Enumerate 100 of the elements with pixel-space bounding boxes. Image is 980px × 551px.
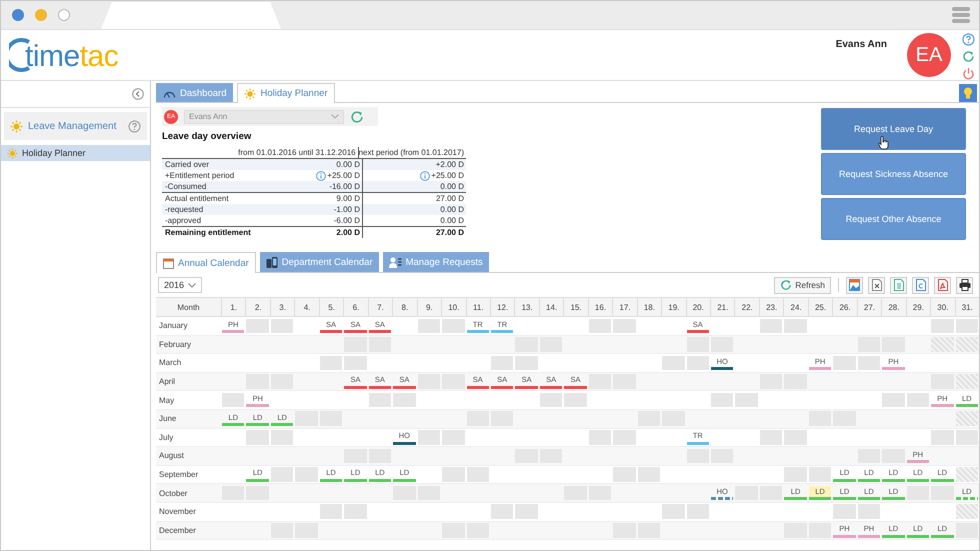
lightbulb-icon xyxy=(963,86,973,100)
weekend-day xyxy=(858,356,880,370)
column-header: 5. xyxy=(318,298,344,316)
help-icon[interactable] xyxy=(962,33,974,46)
info-icon[interactable] xyxy=(420,170,430,180)
weekend-day xyxy=(540,392,562,408)
collapse-icon[interactable] xyxy=(132,88,144,100)
column-header: 23. xyxy=(758,298,784,316)
weekend-day xyxy=(442,318,465,334)
column-header: 12. xyxy=(490,298,514,316)
column-header: 3. xyxy=(270,298,294,316)
tab[interactable]: Annual Calendar xyxy=(156,252,256,273)
column-header: next period (from 01.01.2017) xyxy=(358,148,465,157)
weekend-day xyxy=(564,392,587,408)
refresh-icon xyxy=(780,279,792,291)
sun-icon xyxy=(7,148,18,158)
export-button[interactable] xyxy=(890,276,907,294)
row-label: -Consumed xyxy=(164,182,208,191)
help-icon[interactable] xyxy=(128,120,141,132)
column-header: 26. xyxy=(832,298,857,316)
minimize-dot[interactable] xyxy=(35,9,47,21)
sidebar-item[interactable]: Holiday Planner xyxy=(1,145,150,161)
column-header: 14. xyxy=(538,298,564,316)
month-name: September xyxy=(159,470,198,480)
column-header: 22. xyxy=(734,298,759,316)
export-button[interactable] xyxy=(934,276,951,294)
column-header: 20. xyxy=(686,298,710,316)
table-cell: +25.00 D xyxy=(431,171,464,180)
column-header: 30. xyxy=(930,298,955,316)
column-header: Month xyxy=(176,302,201,314)
file-icon xyxy=(872,279,882,291)
power-icon[interactable] xyxy=(962,67,974,80)
table-cell: -16.00 D xyxy=(329,182,360,191)
table-cell: 27.00 D xyxy=(436,228,464,237)
refresh-icon[interactable] xyxy=(962,50,974,63)
image-file-icon xyxy=(849,279,860,291)
weekend-day xyxy=(344,356,367,370)
tab[interactable]: Holiday Planner xyxy=(237,83,335,103)
export-button[interactable] xyxy=(912,276,929,294)
weekend-day xyxy=(368,392,392,408)
caret-icon xyxy=(188,282,196,288)
info-icon[interactable] xyxy=(316,170,326,180)
user-list-icon xyxy=(388,256,402,268)
weekend-day xyxy=(833,356,856,370)
table-cell: -1.00 D xyxy=(334,205,360,214)
month-name: October xyxy=(159,488,188,498)
refresh-button[interactable]: Refresh xyxy=(774,276,831,294)
table-cell: -6.00 D xyxy=(334,216,360,225)
table-cell: 9.00 D xyxy=(336,194,360,203)
row-label: Remaining entitlement xyxy=(164,228,252,237)
weekend-day xyxy=(515,356,538,370)
column-header: 2. xyxy=(245,298,270,316)
weekend-day xyxy=(906,392,930,408)
file-icon xyxy=(894,279,904,291)
month-name: May xyxy=(159,396,174,405)
sun-icon xyxy=(10,120,23,132)
weekend-day xyxy=(246,318,269,334)
menu-icon[interactable] xyxy=(951,5,971,25)
nonexistent-day xyxy=(956,337,978,352)
column-header: 29. xyxy=(906,298,930,316)
column-header: 18. xyxy=(636,298,662,316)
month-name: August xyxy=(159,451,184,460)
table-cell: 2.00 D xyxy=(336,228,360,237)
logo: timetac xyxy=(9,38,118,72)
month-name: June xyxy=(159,414,176,424)
printer-icon xyxy=(958,279,970,291)
column-header: 24. xyxy=(783,298,808,316)
weekend-day xyxy=(588,318,612,334)
column-header: 9. xyxy=(416,298,442,316)
column-header: 8. xyxy=(392,298,417,316)
close-dot[interactable] xyxy=(12,9,24,21)
column-header: 4. xyxy=(294,298,319,316)
column-header: 7. xyxy=(368,298,392,316)
row-label: -approved xyxy=(164,216,202,225)
nonexistent-day xyxy=(956,504,978,520)
column-header: 11. xyxy=(466,298,490,316)
tips-button[interactable] xyxy=(959,84,977,102)
column-header: 17. xyxy=(612,298,637,316)
weekend-day xyxy=(490,356,514,370)
print-button[interactable] xyxy=(956,276,973,294)
weekend-day xyxy=(613,318,636,334)
weekend-day xyxy=(882,392,905,408)
table-cell: 0.00 D xyxy=(440,182,464,191)
weekend-day xyxy=(956,318,978,334)
weekend-day xyxy=(686,356,710,370)
maximize-dot[interactable] xyxy=(58,9,70,21)
refresh-icon[interactable] xyxy=(350,110,364,124)
user-avatar[interactable]: EA xyxy=(907,33,951,77)
weekend-day xyxy=(662,356,685,370)
request-button[interactable]: Request Leave Day xyxy=(821,108,966,150)
export-button[interactable] xyxy=(868,276,885,294)
column-header: 15. xyxy=(563,298,588,316)
weekend-day xyxy=(320,356,342,370)
phone-icon xyxy=(266,256,278,268)
export-button[interactable] xyxy=(846,276,863,294)
calendar-icon xyxy=(163,258,174,268)
row-label: -requested xyxy=(164,205,204,214)
user-name: Evans Ann xyxy=(836,39,887,50)
file-icon xyxy=(916,279,926,291)
year-select[interactable]: 2016 xyxy=(158,277,202,293)
